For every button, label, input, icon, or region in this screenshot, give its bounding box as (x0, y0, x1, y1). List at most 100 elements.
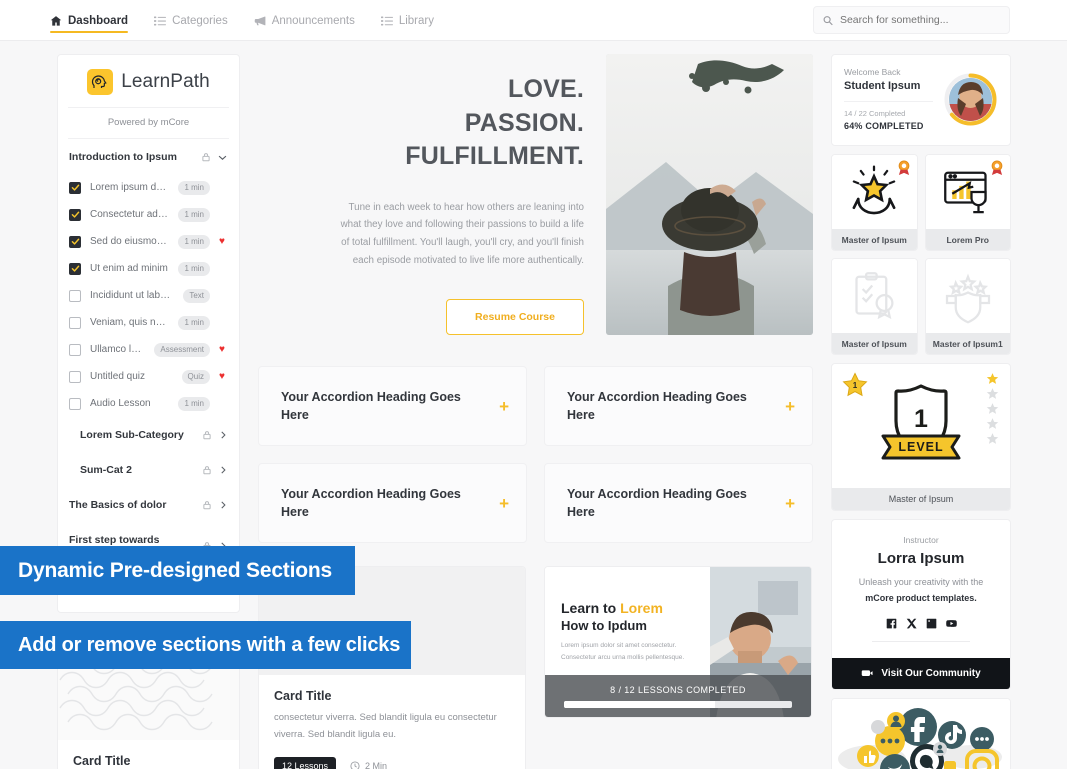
video-card-heading: Learn to Lorem (561, 600, 710, 616)
lesson-label: Audio Lesson (90, 398, 151, 409)
lesson-type-badge: 1 min (178, 207, 210, 222)
certificate-seal-icon (832, 259, 917, 333)
resume-course-button[interactable]: Resume Course (446, 298, 584, 335)
accordion-item[interactable]: Your Accordion Heading Goes Here + (258, 463, 527, 543)
duration-label: 2 Min (365, 761, 388, 769)
callout-banner-2: Add or remove sections with a few clicks (0, 621, 411, 669)
nav-item-library[interactable]: Library (380, 4, 434, 37)
level-card[interactable]: 1 1 LEVEL Master of Ipsum (831, 363, 1011, 511)
shield-stars-icon (925, 259, 1010, 333)
achievement-badge[interactable]: Master of Ipsum (831, 258, 918, 355)
instructor-tagline: Unleash your creativity with the mCore p… (844, 575, 998, 607)
lessons-count-badge: 12 Lessons (274, 757, 337, 769)
favorite-heart-icon[interactable]: ♥ (219, 344, 228, 355)
lesson-item[interactable]: Consectetur adipiscing elit 1 min (58, 201, 239, 228)
search-input[interactable] (839, 14, 1000, 26)
rating-star-icon (986, 418, 999, 429)
nav-item-label: Library (398, 14, 434, 27)
video-course-card[interactable]: Learn to Lorem How to Ipdum Lorem ipsum … (544, 566, 812, 718)
lesson-label: Ut enim ad minim (90, 263, 168, 274)
lesson-checkbox[interactable] (69, 235, 81, 248)
lesson-label: Sed do eiusmod tempor (90, 236, 169, 247)
lesson-type-badge: 1 min (178, 180, 210, 195)
linkedin-icon[interactable] (926, 618, 937, 629)
video-progress-overlay: 8 / 12 LESSONS COMPLETED (545, 675, 811, 717)
hero-paragraph: Tune in each week to hear how others are… (340, 201, 584, 266)
lesson-checkbox[interactable] (69, 208, 81, 221)
course-card-meta: 12 Lessons 2 Min (274, 757, 510, 769)
course-card-body: Card Title consectetur viverra. Sed blan… (259, 675, 525, 769)
hero-section: LOVE. PASSION. FULFILLMENT. Tune in each… (258, 54, 813, 343)
subsection-header[interactable]: Lorem Sub-Category (58, 417, 239, 452)
hero-line-3: FULFILLMENT. (405, 142, 584, 170)
lesson-item[interactable]: Ullamco laboris nisi ut Assessment ♥ (58, 336, 239, 363)
search-box[interactable] (813, 6, 1010, 34)
lesson-type-badge: 1 min (178, 261, 210, 276)
check-icon (71, 184, 79, 191)
accordion-expand-icon[interactable]: + (785, 495, 795, 512)
accordion-expand-icon[interactable]: + (499, 495, 509, 512)
achievement-badge[interactable]: Lorem Pro (924, 154, 1011, 251)
lesson-checkbox[interactable] (69, 181, 81, 194)
nav-item-dashboard[interactable]: Dashboard (50, 4, 129, 37)
nav-item-announcements[interactable]: Announcements (254, 4, 355, 37)
lesson-item[interactable]: Incididunt ut labore et dolore Text (58, 282, 239, 309)
lesson-checkbox[interactable] (69, 289, 81, 302)
youtube-icon[interactable] (945, 618, 957, 629)
lesson-item[interactable]: Audio Lesson 1 min (58, 390, 239, 417)
student-name: Student Ipsum (844, 80, 921, 92)
lesson-item[interactable]: Ut enim ad minim 1 min (58, 255, 239, 282)
achievement-badge[interactable]: Master of Ipsum1 (924, 258, 1011, 355)
hero-text: LOVE. PASSION. FULFILLMENT. Tune in each… (258, 54, 606, 343)
instructor-tagline-1: Unleash your creativity with the (858, 577, 984, 587)
avatar (949, 77, 992, 121)
chevron-right-icon[interactable] (218, 430, 228, 440)
favorite-heart-icon[interactable]: ♥ (219, 371, 228, 382)
lesson-type-badge: 1 min (178, 234, 210, 249)
chevron-down-icon[interactable] (217, 152, 228, 163)
badge-label: Master of Ipsum (832, 333, 917, 354)
visit-community-button[interactable]: Visit Our Community (832, 657, 1010, 689)
lesson-item[interactable]: Lorem ipsum dolor sit 1 min (58, 174, 239, 201)
check-icon (71, 265, 79, 272)
x-twitter-icon[interactable] (906, 618, 917, 629)
accordion-item[interactable]: Your Accordion Heading Goes Here + (544, 463, 813, 543)
lesson-label: Consectetur adipiscing elit (90, 209, 169, 220)
video-card-paragraph: Lorem ipsum dolor sit amet consectetur. … (561, 642, 685, 662)
lesson-checkbox[interactable] (69, 370, 81, 383)
lesson-checkbox[interactable] (69, 262, 81, 275)
chevron-right-icon[interactable] (218, 500, 228, 510)
facebook-icon[interactable] (886, 618, 897, 629)
clock-icon (350, 761, 360, 769)
lesson-item[interactable]: Untitled quiz Quiz ♥ (58, 363, 239, 390)
nav-item-categories[interactable]: Categories (154, 4, 228, 37)
achievement-badge[interactable]: Master of Ipsum (831, 154, 918, 251)
completed-percent: 64% COMPLETED (844, 121, 924, 131)
level-star-number: 1 (853, 381, 858, 390)
accordion-item[interactable]: Your Accordion Heading Goes Here + (544, 366, 813, 446)
accordion-title: Your Accordion Heading Goes Here (567, 486, 747, 519)
lesson-checkbox[interactable] (69, 397, 81, 410)
lesson-type-badge: 1 min (178, 396, 210, 411)
section-header[interactable]: The Basics of dolor (58, 487, 239, 522)
lock-icon (203, 501, 211, 510)
lesson-label: Incididunt ut labore et dolore (90, 290, 175, 301)
section-header-introduction[interactable]: Introduction to Ipsum (58, 139, 239, 174)
favorite-heart-icon[interactable]: ♥ (219, 236, 228, 247)
video-heading-accent: Lorem (620, 600, 663, 616)
rating-star-icon (986, 388, 999, 399)
lesson-checkbox[interactable] (69, 316, 81, 329)
lesson-checkbox[interactable] (69, 343, 81, 356)
accordion-expand-icon[interactable]: + (785, 398, 795, 415)
chevron-right-icon[interactable] (218, 465, 228, 475)
accordion-expand-icon[interactable]: + (499, 398, 509, 415)
lesson-item[interactable]: Sed do eiusmod tempor 1 min ♥ (58, 228, 239, 255)
divider (844, 101, 933, 102)
lesson-type-badge: Quiz (181, 369, 210, 384)
subsection-label: Sum-Cat 2 (80, 464, 132, 476)
lock-icon (203, 431, 211, 440)
subsection-header[interactable]: Sum-Cat 2 (58, 452, 239, 487)
level-card-label: Master of Ipsum (832, 488, 1010, 510)
accordion-item[interactable]: Your Accordion Heading Goes Here + (258, 366, 527, 446)
lesson-item[interactable]: Veniam, quis nostrud 1 min (58, 309, 239, 336)
